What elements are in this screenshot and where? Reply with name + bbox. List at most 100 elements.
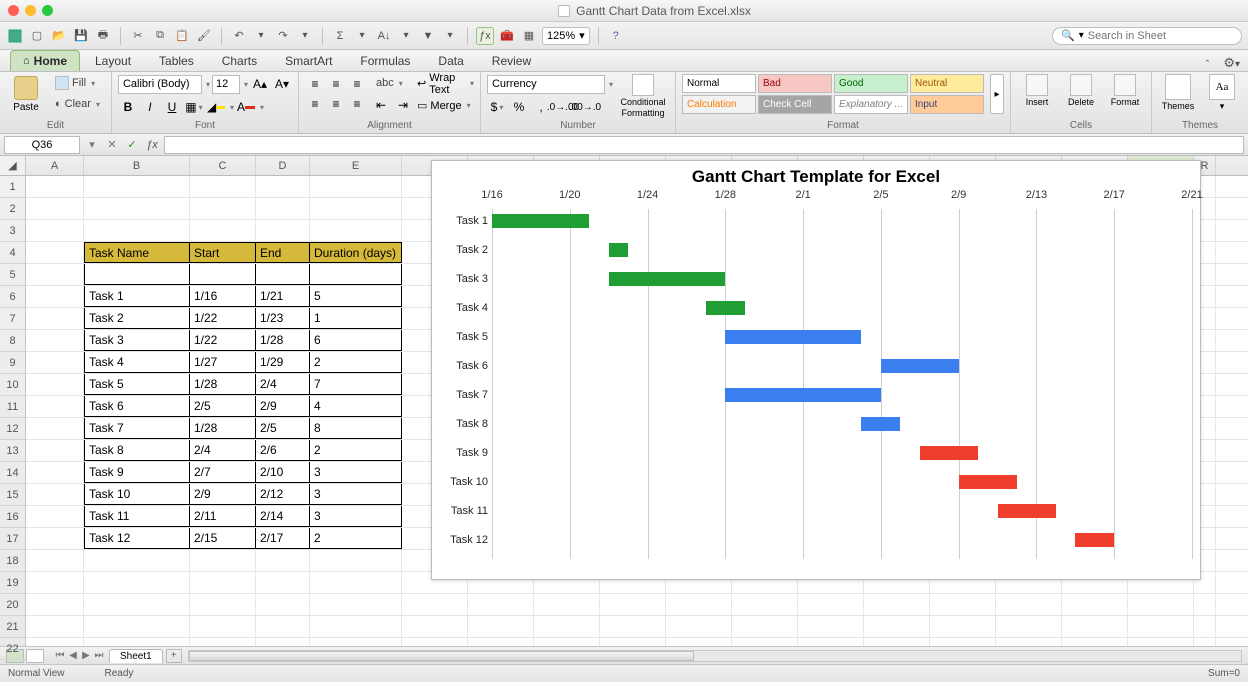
cell[interactable] (798, 594, 864, 615)
align-bottom-button[interactable]: ≡ (347, 74, 367, 93)
collapse-ribbon-button[interactable]: ˆ (1206, 59, 1214, 71)
cell[interactable] (84, 572, 190, 593)
cell[interactable]: 1/28 (190, 418, 256, 439)
cancel-formula-button[interactable]: ✕ (104, 137, 120, 153)
paste-icon[interactable]: 📋 (173, 27, 191, 45)
caret-down-icon[interactable]: ▾ (206, 80, 210, 89)
cell[interactable] (1194, 616, 1216, 637)
cell[interactable]: Task 1 (84, 286, 190, 307)
cell[interactable] (256, 176, 310, 197)
cell[interactable] (256, 264, 310, 285)
tab-smartart[interactable]: SmartArt (272, 50, 345, 71)
cell[interactable]: Task 11 (84, 506, 190, 527)
cell[interactable] (26, 330, 84, 351)
undo-dropdown-icon[interactable]: ▾ (252, 27, 270, 45)
cell[interactable] (666, 594, 732, 615)
theme-fonts-button[interactable]: Aa▾ (1202, 74, 1242, 112)
cell[interactable] (26, 286, 84, 307)
copy-icon[interactable]: ⧉ (151, 27, 169, 45)
cell[interactable] (996, 594, 1062, 615)
minimize-window-button[interactable] (25, 5, 36, 16)
cell[interactable]: Task 4 (84, 352, 190, 373)
cell[interactable]: 1/28 (190, 374, 256, 395)
cell[interactable] (84, 594, 190, 615)
print-icon[interactable]: 🖶 (94, 27, 112, 45)
enter-formula-button[interactable]: ✓ (124, 137, 140, 153)
cell[interactable] (26, 242, 84, 263)
cell[interactable] (190, 572, 256, 593)
row-header[interactable]: 15 (0, 484, 25, 506)
cell[interactable]: Task 2 (84, 308, 190, 329)
row-header[interactable]: 12 (0, 418, 25, 440)
decrease-indent-button[interactable]: ⇤ (371, 96, 391, 115)
increase-font-button[interactable]: A▴ (250, 75, 270, 94)
name-box[interactable]: Q36 (4, 136, 80, 154)
cell[interactable] (84, 176, 190, 197)
cell[interactable] (26, 220, 84, 241)
cell[interactable]: 1/29 (256, 352, 310, 373)
tab-data[interactable]: Data (425, 50, 476, 71)
cell[interactable] (996, 638, 1062, 646)
column-header[interactable]: B (84, 156, 190, 175)
cell[interactable] (310, 550, 402, 571)
row-header[interactable]: 6 (0, 286, 25, 308)
cell[interactable]: 3 (310, 484, 402, 505)
cell[interactable]: Task 8 (84, 440, 190, 461)
scrollbar-thumb[interactable] (189, 651, 694, 661)
open-file-icon[interactable]: 📂 (50, 27, 68, 45)
media-browser-icon[interactable]: ▦ (520, 27, 538, 45)
cell[interactable] (26, 528, 84, 549)
caret-down-icon[interactable]: ▾ (609, 80, 613, 89)
cell[interactable] (256, 594, 310, 615)
cell[interactable]: 2/10 (256, 462, 310, 483)
cell[interactable] (534, 616, 600, 637)
cell[interactable] (256, 220, 310, 241)
cell[interactable]: 2/17 (256, 528, 310, 549)
number-format-select[interactable]: Currency (487, 75, 605, 94)
cell[interactable]: 2/11 (190, 506, 256, 527)
cell[interactable] (1128, 638, 1194, 646)
cut-icon[interactable]: ✂ (129, 27, 147, 45)
cell[interactable] (798, 616, 864, 637)
row-header[interactable]: 1 (0, 176, 25, 198)
cell[interactable]: 2/12 (256, 484, 310, 505)
cell[interactable] (732, 638, 798, 646)
delete-cells-button[interactable]: Delete (1061, 74, 1101, 107)
cell[interactable] (26, 418, 84, 439)
decrease-decimal-button[interactable]: .00→.0 (575, 98, 595, 117)
cell[interactable] (26, 616, 84, 637)
cell-style-normal[interactable]: Normal (682, 74, 756, 93)
cell[interactable] (190, 594, 256, 615)
cell[interactable] (1194, 594, 1216, 615)
cell[interactable] (1128, 616, 1194, 637)
cell[interactable] (26, 440, 84, 461)
cell[interactable]: Task 6 (84, 396, 190, 417)
bold-button[interactable]: B (118, 98, 138, 117)
tab-tables[interactable]: Tables (146, 50, 207, 71)
cell[interactable]: Task 12 (84, 528, 190, 549)
cell[interactable] (732, 616, 798, 637)
cell[interactable] (84, 616, 190, 637)
cell[interactable] (402, 616, 468, 637)
embedded-chart[interactable]: Gantt Chart Template for Excel 1/161/201… (431, 160, 1201, 580)
cell[interactable]: 3 (310, 506, 402, 527)
align-middle-button[interactable]: ≡ (326, 74, 346, 93)
undo-icon[interactable]: ↶ (230, 27, 248, 45)
name-box-dropdown[interactable]: ▾ (84, 137, 100, 153)
sheet-search[interactable]: 🔍 ▾ (1052, 27, 1242, 45)
cell[interactable] (864, 638, 930, 646)
cell[interactable] (468, 616, 534, 637)
format-cells-button[interactable]: Format (1105, 74, 1145, 107)
cell[interactable] (190, 176, 256, 197)
row-header[interactable]: 8 (0, 330, 25, 352)
column-header[interactable]: E (310, 156, 402, 175)
row-header[interactable]: 16 (0, 506, 25, 528)
filter-icon[interactable]: ▼ (419, 27, 437, 45)
cell[interactable]: 8 (310, 418, 402, 439)
row-header[interactable]: 5 (0, 264, 25, 286)
cell[interactable] (666, 638, 732, 646)
row-header[interactable]: 20 (0, 594, 25, 616)
column-header[interactable]: D (256, 156, 310, 175)
cell[interactable]: 2 (310, 528, 402, 549)
cell-style-explanatory-[interactable]: Explanatory ... (834, 95, 908, 114)
